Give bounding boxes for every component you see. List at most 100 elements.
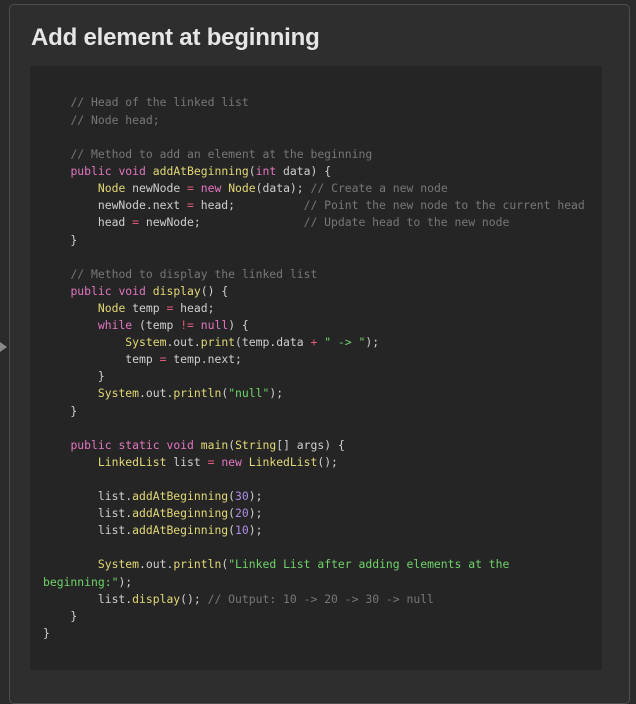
code-token: 10 xyxy=(235,523,249,538)
code-token: temp xyxy=(43,352,160,367)
code-token: ); xyxy=(248,489,263,503)
code-line: // Method to display the linked list xyxy=(43,266,317,283)
code-line: Node newNode = new Node(data); // Create… xyxy=(43,180,448,197)
code-token: ( xyxy=(248,164,256,178)
code-token: ); xyxy=(365,335,380,350)
code-token: list. xyxy=(43,523,133,538)
code-token: } xyxy=(43,232,78,247)
code-token: public xyxy=(70,283,112,298)
code-token: Node xyxy=(97,181,126,196)
code-line: // Method to add an element at the begin… xyxy=(43,146,372,163)
code-token: (temp.data xyxy=(235,335,311,350)
code-token: void xyxy=(118,283,146,298)
side-panel-toggle-icon[interactable] xyxy=(0,342,7,352)
code-token: null xyxy=(200,318,229,332)
code-line: // Head of the linked list xyxy=(43,94,248,111)
code-token: print xyxy=(200,335,236,350)
code-token: String xyxy=(235,437,277,452)
code-token: Node xyxy=(228,181,256,196)
code-token: void xyxy=(118,164,146,178)
code-token: void xyxy=(166,437,194,452)
code-token: println xyxy=(173,386,222,401)
code-token: LinkedList xyxy=(248,454,318,469)
code-line: public static void main(String[] args) { xyxy=(43,437,345,454)
code-token: temp.next; xyxy=(166,352,242,367)
code-token: list. xyxy=(43,506,133,521)
code-line: System.out.println("Linked List after ad… xyxy=(43,556,510,573)
code-token: display xyxy=(152,283,201,298)
code-token: LinkedList xyxy=(97,454,167,469)
code-token: newNode xyxy=(125,181,188,196)
code-token: // Create a new node xyxy=(310,181,448,196)
code-token: 30 xyxy=(235,489,249,503)
code-line: } xyxy=(43,608,77,625)
code-token: } xyxy=(43,625,50,640)
code-token: newNode.next xyxy=(43,198,188,213)
page-title: Add element at beginning xyxy=(31,24,320,51)
code-token: ) { xyxy=(228,318,249,332)
code-token: while xyxy=(97,318,133,332)
code-line: } xyxy=(43,625,50,642)
code-token: temp xyxy=(125,300,167,315)
code-token: "Linked List after adding elements at th… xyxy=(228,557,510,572)
code-token: println xyxy=(173,557,222,572)
code-token: (data); xyxy=(255,181,311,196)
code-token: " -> " xyxy=(324,335,366,350)
code-token: .out. xyxy=(139,386,174,401)
code-line: list.addAtBeginning(30); xyxy=(43,488,263,505)
code-token: [] args) { xyxy=(276,437,345,452)
code-token: // Method to display the linked list xyxy=(70,266,318,281)
code-line: Node temp = head; xyxy=(43,300,215,317)
code-token: .out. xyxy=(166,335,201,350)
code-token: head; xyxy=(193,198,304,213)
code-line: System.out.println("null"); xyxy=(43,385,283,402)
code-token: ); xyxy=(118,574,133,589)
code-token: addAtBeginning xyxy=(132,489,229,503)
code-token: ( xyxy=(228,523,236,538)
code-token: Node xyxy=(97,300,126,315)
code-token: System xyxy=(97,557,140,572)
code-token: (temp xyxy=(132,318,181,332)
code-token: // Node head; xyxy=(70,112,160,127)
code-block: // Head of the linked list // Node head;… xyxy=(30,66,602,670)
code-token: System xyxy=(97,386,140,401)
code-token: () { xyxy=(200,283,229,298)
code-token: head xyxy=(43,215,133,230)
code-token: new xyxy=(221,454,242,469)
code-token: display xyxy=(132,591,181,606)
code-token: = xyxy=(187,181,194,196)
code-token: } xyxy=(43,369,105,384)
code-token: "null" xyxy=(228,386,270,401)
code-token: public xyxy=(70,437,112,452)
code-token: System xyxy=(125,335,167,350)
content-card: Add element at beginning // Head of the … xyxy=(9,4,630,704)
code-token: // Method to add an element at the begin… xyxy=(70,147,373,161)
code-line: // Node head; xyxy=(43,112,160,129)
code-token: addAtBeginning xyxy=(152,164,249,178)
code-line: list.addAtBeginning(20); xyxy=(43,505,263,522)
code-token: static xyxy=(118,437,160,452)
code-token: != xyxy=(180,318,194,332)
code-token: addAtBeginning xyxy=(132,506,229,521)
code-line: LinkedList list = new LinkedList(); xyxy=(43,454,338,471)
code-token: data) { xyxy=(276,164,332,178)
code-token: // Update head to the new node xyxy=(303,215,510,230)
code-token: = xyxy=(132,215,140,230)
code-token: .out. xyxy=(139,557,174,572)
code-line: head = newNode; // Update head to the ne… xyxy=(43,214,509,231)
code-token: } xyxy=(43,608,78,623)
code-line: beginning:"); xyxy=(43,574,132,591)
